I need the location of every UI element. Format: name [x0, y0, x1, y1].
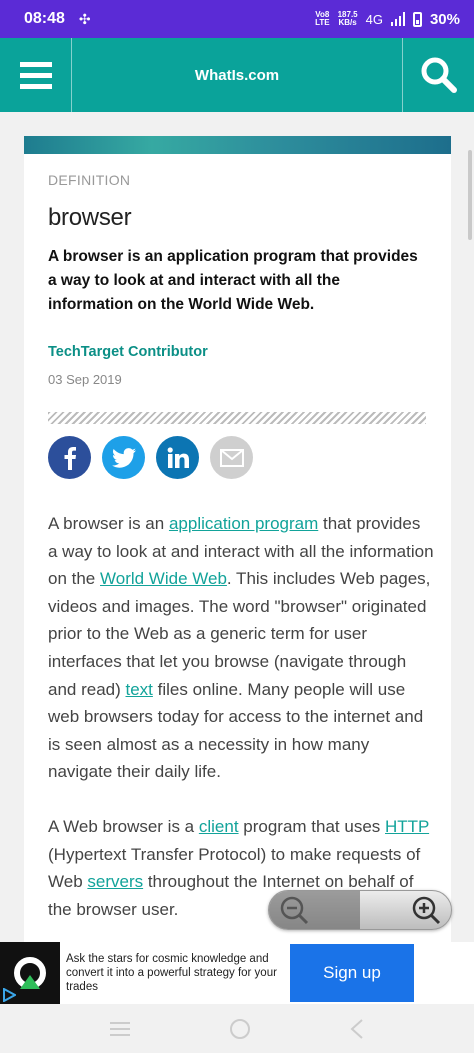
- facebook-icon: [64, 446, 76, 470]
- signal-type: 4G: [365, 11, 383, 27]
- ad-text: Ask the stars for cosmic knowledge and c…: [66, 953, 277, 993]
- fan-icon: ✣: [78, 10, 91, 27]
- battery-percent: 30%: [429, 10, 460, 28]
- email-icon: [219, 448, 244, 467]
- twitter-share-button[interactable]: [102, 436, 145, 479]
- adchoices-icon[interactable]: [2, 988, 16, 1002]
- network-speed: 187.5 KB/s: [337, 10, 358, 27]
- search-icon: [421, 57, 457, 93]
- article-summary: A browser is an application program that…: [48, 248, 418, 313]
- facebook-share-button[interactable]: [48, 436, 91, 479]
- app-header: WhatIs.com: [0, 38, 474, 112]
- status-indicators: Vo8 LTE 187.5 KB/s 4G 30%: [315, 11, 460, 28]
- article-body: A browser is an application program that…: [48, 510, 434, 946]
- article-card: DEFINITION browser A browser is an appli…: [24, 136, 451, 946]
- link-servers[interactable]: servers: [87, 872, 143, 891]
- link-world-wide-web[interactable]: World Wide Web: [100, 569, 227, 588]
- back-icon[interactable]: [349, 1018, 365, 1040]
- site-title[interactable]: WhatIs.com: [72, 67, 402, 84]
- search-button[interactable]: [402, 38, 474, 112]
- linkedin-icon: [167, 446, 189, 468]
- paragraph: A browser is an application program that…: [48, 514, 434, 782]
- link-text[interactable]: text: [126, 680, 153, 699]
- ad-brand-icon: [14, 957, 46, 989]
- linkedin-share-button[interactable]: [156, 436, 199, 479]
- recent-apps-icon[interactable]: [109, 1021, 131, 1037]
- page-title: browser: [48, 204, 132, 231]
- sign-up-button[interactable]: Sign up: [290, 944, 414, 1002]
- ad-logo: [0, 942, 60, 1004]
- signal-bars-icon: [390, 12, 405, 26]
- hamburger-icon: [19, 61, 52, 67]
- battery-icon: [412, 11, 422, 27]
- email-share-button[interactable]: [210, 436, 253, 479]
- menu-button[interactable]: [0, 38, 72, 112]
- share-buttons: [48, 436, 253, 479]
- zoom-in-button[interactable]: [360, 891, 451, 929]
- system-navigation-bar: [0, 1004, 474, 1053]
- ad-banner[interactable]: Ask the stars for cosmic knowledge and c…: [0, 942, 474, 1004]
- link-client[interactable]: client: [199, 817, 239, 836]
- zoom-out-icon: [280, 896, 309, 925]
- clock: 08:48: [24, 10, 65, 27]
- twitter-icon: [111, 447, 136, 468]
- link-http[interactable]: HTTP: [385, 817, 429, 836]
- category-label: DEFINITION: [48, 172, 131, 188]
- divider: [48, 412, 426, 424]
- publish-date: 03 Sep 2019: [48, 372, 122, 387]
- link-application-program[interactable]: application program: [169, 514, 318, 533]
- scrollbar[interactable]: [468, 150, 472, 240]
- status-bar: 08:48 ✣ Vo8 LTE 187.5 KB/s 4G 30%: [0, 0, 474, 38]
- zoom-control: [268, 890, 452, 930]
- author-link[interactable]: TechTarget Contributor: [48, 344, 208, 360]
- zoom-out-button[interactable]: [269, 891, 360, 929]
- home-icon[interactable]: [229, 1018, 251, 1040]
- header-band: [24, 136, 451, 154]
- volte-indicator: Vo8 LTE: [315, 10, 330, 27]
- zoom-in-icon: [412, 896, 441, 925]
